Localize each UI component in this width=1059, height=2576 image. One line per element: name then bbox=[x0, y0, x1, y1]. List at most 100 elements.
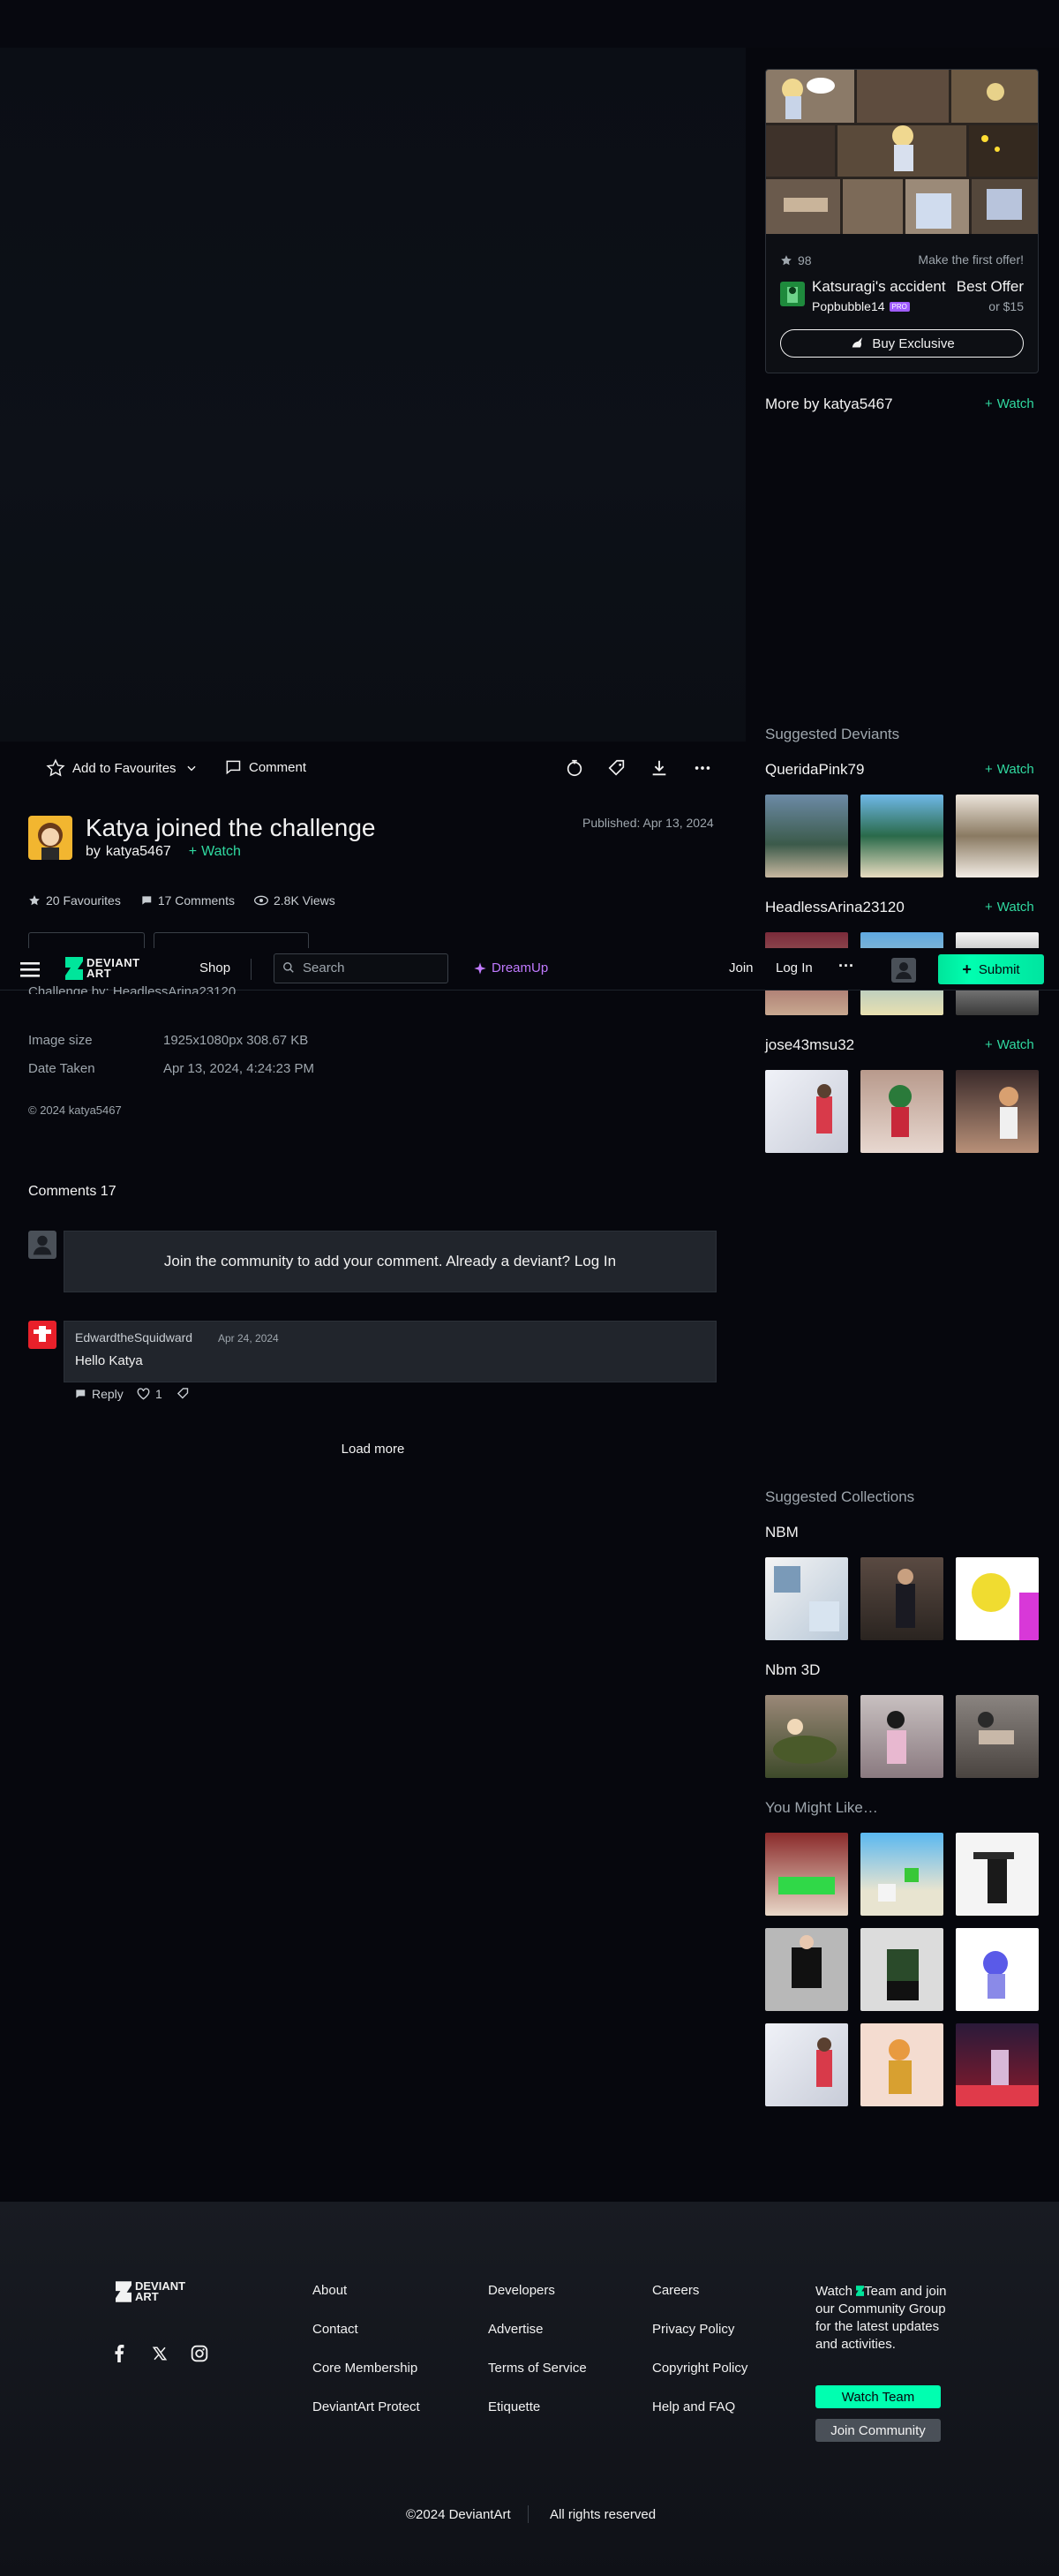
collection-thumbnail[interactable] bbox=[860, 1557, 943, 1640]
nav-shop-link[interactable]: Shop bbox=[199, 960, 230, 975]
tag-chip[interactable] bbox=[154, 932, 309, 948]
more-by-heading[interactable]: More by katya5467 bbox=[765, 395, 893, 413]
footer-link-deviantart-protect[interactable]: DeviantArt Protect bbox=[312, 2399, 420, 2414]
favourites-dropdown-chevron-down-icon[interactable] bbox=[181, 757, 202, 779]
suggested-deviant-name[interactable]: HeadlessArina23120 bbox=[765, 899, 905, 916]
recommended-thumbnail[interactable] bbox=[765, 1833, 848, 1916]
collection-thumbnail[interactable] bbox=[956, 1557, 1039, 1640]
promo-author-avatar[interactable] bbox=[780, 282, 805, 306]
deviantart-logo[interactable]: DEVIANT ART bbox=[65, 957, 139, 980]
tag-chip[interactable] bbox=[28, 932, 145, 948]
deviant-thumbnail[interactable] bbox=[765, 795, 848, 877]
join-community-prompt[interactable]: Join the community to add your comment. … bbox=[64, 1231, 717, 1292]
dreamup-link[interactable]: DreamUp bbox=[473, 960, 548, 975]
guest-avatar bbox=[28, 1231, 56, 1259]
login-link[interactable]: Log In bbox=[776, 960, 813, 975]
promo-price-alt: or $15 bbox=[988, 299, 1024, 313]
footer-link-privacy-policy[interactable]: Privacy Policy bbox=[652, 2322, 734, 2337]
comment-reply-button[interactable]: Reply bbox=[74, 1387, 124, 1401]
comment-give-tag-icon[interactable] bbox=[176, 1387, 190, 1405]
nav-more-icon[interactable]: ··· bbox=[838, 957, 854, 975]
favourite-star-icon bbox=[781, 255, 792, 266]
promo-title[interactable]: Katsuragi's accident bbox=[812, 278, 946, 296]
author-watch-button[interactable]: + Watch bbox=[189, 844, 241, 860]
collection-name[interactable]: Nbm 3D bbox=[765, 1661, 820, 1679]
x-twitter-icon[interactable] bbox=[152, 2346, 168, 2366]
plus-icon: + bbox=[985, 762, 993, 777]
facebook-icon[interactable] bbox=[113, 2345, 125, 2367]
buy-exclusive-button[interactable]: Buy Exclusive bbox=[780, 329, 1024, 358]
recommended-thumbnail[interactable] bbox=[860, 1928, 943, 2011]
footer-link-contact[interactable]: Contact bbox=[312, 2322, 358, 2337]
footer-logo[interactable]: DEVIANT ART bbox=[116, 2280, 188, 2302]
recommended-thumbnail[interactable] bbox=[860, 1833, 943, 1916]
instagram-icon[interactable] bbox=[191, 2345, 208, 2367]
promo-author[interactable]: Popbubble14 PRO bbox=[812, 299, 910, 313]
collection-name[interactable]: NBM bbox=[765, 1524, 799, 1541]
collection-thumbnail[interactable] bbox=[956, 1695, 1039, 1778]
comment-author[interactable]: EdwardtheSquidward bbox=[75, 1330, 192, 1344]
image-viewer[interactable] bbox=[0, 48, 746, 742]
deviant-thumbnail[interactable] bbox=[765, 1070, 848, 1153]
recommended-thumbnail[interactable] bbox=[765, 2023, 848, 2106]
challenge-text: Challenge by: HeadlessArina23120 bbox=[28, 984, 237, 994]
suggested-deviant-name[interactable]: jose43msu32 bbox=[765, 1036, 854, 1054]
join-link[interactable]: Join bbox=[729, 960, 754, 975]
watch-team-button[interactable]: Watch Team bbox=[815, 2385, 941, 2408]
download-icon[interactable] bbox=[649, 757, 670, 779]
recommended-thumbnail[interactable] bbox=[860, 2023, 943, 2106]
suggested-deviant-name[interactable]: QueridaPink79 bbox=[765, 761, 864, 779]
comment-like-button[interactable]: 1 bbox=[137, 1387, 162, 1401]
badge-gift-icon[interactable] bbox=[564, 757, 585, 779]
more-options-icon[interactable] bbox=[692, 757, 713, 779]
deviant-thumbnail[interactable] bbox=[860, 1070, 943, 1153]
suggested-deviant-watch-button[interactable]: + Watch bbox=[985, 1037, 1034, 1052]
give-points-tag-icon[interactable] bbox=[606, 757, 627, 779]
footer-link-about[interactable]: About bbox=[312, 2283, 347, 2298]
footer-link-careers[interactable]: Careers bbox=[652, 2283, 699, 2298]
join-community-button[interactable]: Join Community bbox=[815, 2419, 941, 2442]
commenter-avatar[interactable] bbox=[28, 1321, 56, 1349]
footer-link-core-membership[interactable]: Core Membership bbox=[312, 2361, 417, 2376]
recommended-thumbnail[interactable] bbox=[765, 1928, 848, 2011]
load-more-comments-button[interactable]: Load more bbox=[0, 1442, 746, 1457]
deviant-thumbnail[interactable] bbox=[956, 795, 1039, 877]
add-to-favourites-button[interactable]: Add to Favourites bbox=[46, 758, 176, 778]
search-input[interactable]: Search bbox=[274, 953, 448, 983]
comments-heading: Comments 17 bbox=[28, 1184, 116, 1199]
footer-link-copyright-policy[interactable]: Copyright Policy bbox=[652, 2361, 747, 2376]
collection-thumbnail[interactable] bbox=[765, 1557, 848, 1640]
footer-link-etiquette[interactable]: Etiquette bbox=[488, 2399, 540, 2414]
deviant-thumbnail[interactable] bbox=[956, 1070, 1039, 1153]
favourites-stat: 20 Favourites bbox=[28, 893, 121, 908]
detail-value: Apr 13, 2024, 4:24:23 PM bbox=[163, 1061, 314, 1076]
recommended-thumbnail[interactable] bbox=[956, 1928, 1039, 2011]
collection-thumbnail[interactable] bbox=[860, 1695, 943, 1778]
more-by-watch-button[interactable]: + Watch bbox=[985, 396, 1034, 411]
pro-badge: PRO bbox=[889, 301, 910, 312]
footer-link-advertise[interactable]: Advertise bbox=[488, 2322, 544, 2337]
submit-button[interactable]: + Submit bbox=[938, 954, 1044, 984]
collection-thumbnail[interactable] bbox=[765, 1695, 848, 1778]
author-avatar[interactable] bbox=[28, 816, 72, 860]
plus-icon: + bbox=[985, 1037, 993, 1052]
comment-button[interactable]: Comment bbox=[224, 758, 306, 776]
user-avatar-placeholder[interactable] bbox=[891, 958, 916, 983]
deviantart-logo-icon bbox=[856, 2286, 865, 2296]
suggested-deviant-watch-button[interactable]: + Watch bbox=[985, 762, 1034, 777]
deviantart-logo-icon bbox=[65, 957, 83, 980]
deviation-byline: by katya5467 + Watch bbox=[86, 844, 241, 860]
promo-card[interactable]: 98 Make the first offer! Katsuragi's acc… bbox=[765, 69, 1039, 373]
hamburger-menu-icon[interactable] bbox=[19, 959, 41, 980]
comment-date[interactable]: Apr 24, 2024 bbox=[218, 1332, 279, 1344]
author-link[interactable]: katya5467 bbox=[106, 844, 171, 860]
deviant-thumbnail[interactable] bbox=[860, 795, 943, 877]
footer-copyright: ©2024 DeviantArt bbox=[406, 2507, 511, 2522]
recommended-thumbnail[interactable] bbox=[956, 1833, 1039, 1916]
promo-artwork-collage[interactable] bbox=[766, 70, 1039, 234]
footer-link-help-and-faq[interactable]: Help and FAQ bbox=[652, 2399, 735, 2414]
footer-link-developers[interactable]: Developers bbox=[488, 2283, 555, 2298]
suggested-deviant-watch-button[interactable]: + Watch bbox=[985, 900, 1034, 915]
recommended-thumbnail[interactable] bbox=[956, 2023, 1039, 2106]
footer-link-terms-of-service[interactable]: Terms of Service bbox=[488, 2361, 587, 2376]
